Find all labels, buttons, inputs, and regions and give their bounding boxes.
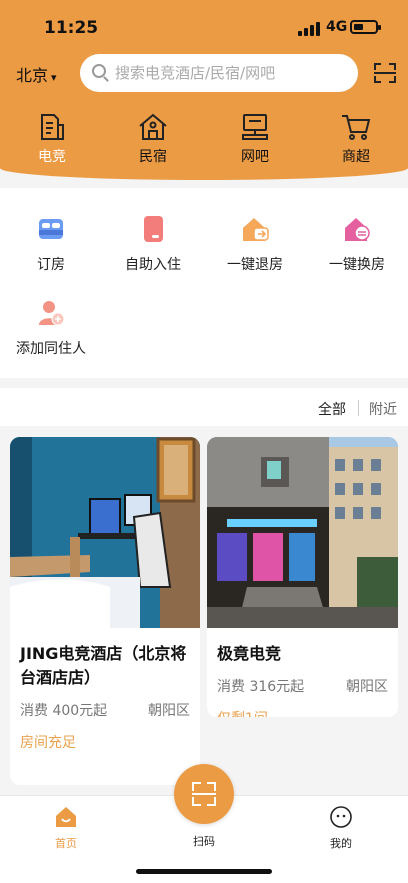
category-homestay[interactable]: 民宿 [118,112,188,166]
tab-scan[interactable]: 扫码 [164,829,244,849]
service-label: 一键退房 [227,257,283,273]
filter-all-tab[interactable]: 全部 [318,399,346,419]
home-icon [56,807,76,827]
computer-icon [242,114,268,140]
add-guest-icon [39,301,65,326]
signal-icon [298,22,320,36]
home-indicator [136,869,272,874]
hotel-card[interactable]: 极竟电竞 消费 316元起 朝阳区 仅剩1间 [207,437,398,717]
category-label: 民宿 [139,149,167,165]
checkout-icon [243,218,269,241]
hotel-name: JING电竞酒店（北京将台酒店店） [20,644,187,687]
hotel-photo [207,437,398,628]
category-row: 电竞 民宿 网吧 商超 [0,112,408,172]
hotel-card[interactable]: JING电竞酒店（北京将台酒店店） 消费 400元起 朝阳区 房间充足 [10,437,200,785]
hotel-meta: 消费 316元起 朝阳区 [217,676,388,696]
city-selector[interactable]: 北京 ▾ [16,62,57,86]
hotel-name: 极竟电竞 [217,644,282,663]
tab-home[interactable]: 首页 [26,806,106,851]
service-self-checkin[interactable]: 自助入住 [102,214,204,274]
search-box[interactable] [80,54,358,92]
search-icon [92,64,106,78]
network-label: 4G [326,19,348,35]
swap-room-icon [345,218,370,241]
status-time: 11:25 [44,18,99,38]
scan-icon[interactable] [374,63,396,83]
service-label: 一键换房 [329,257,385,273]
house-icon [139,113,167,140]
category-esports[interactable]: 电竞 [17,112,87,166]
category-label: 商超 [342,149,370,165]
profile-icon [330,806,352,828]
hotel-area: 朝阳区 [346,679,388,695]
search-input[interactable] [115,63,345,83]
card-icon [144,216,163,242]
service-book-room[interactable]: 订房 [0,214,102,274]
hotel-availability: 仅剩1间 [217,708,388,717]
category-supermarket[interactable]: 商超 [321,112,391,166]
battery-icon [350,20,381,34]
service-label: 添加同住人 [16,341,86,357]
scan-button[interactable] [174,764,234,824]
tab-label: 扫码 [193,835,215,848]
cart-icon [342,115,371,140]
hotel-price: 消费 400元起 [20,703,108,719]
category-netcafe[interactable]: 网吧 [220,112,290,166]
filter-bar: 全部 附近 [0,388,408,426]
services-panel: 订房 自助入住 一键退房 一键换房 添加同住人 [0,188,408,378]
city-label: 北京 [16,66,49,85]
filter-divider [358,400,359,416]
hotel-price: 消费 316元起 [217,679,305,695]
service-swap-room[interactable]: 一键换房 [306,214,408,274]
hotel-area: 朝阳区 [148,703,190,719]
bed-icon [39,219,63,239]
hotel-photo [10,437,200,628]
service-checkout[interactable]: 一键退房 [204,214,306,274]
document-icon [41,114,64,140]
tab-mine[interactable]: 我的 [301,806,381,851]
tab-label: 首页 [55,837,77,850]
chevron-down-icon: ▾ [51,71,57,84]
service-label: 订房 [37,257,65,273]
service-add-guest[interactable]: 添加同住人 [0,298,102,358]
status-bar: 11:25 4G [0,14,408,44]
service-label: 自助入住 [125,257,181,273]
category-label: 网吧 [241,149,269,165]
hotel-meta: 消费 400元起 朝阳区 [20,700,190,720]
tab-label: 我的 [330,837,352,850]
category-label: 电竞 [38,149,66,165]
filter-nearby-tab[interactable]: 附近 [369,399,397,419]
hotel-availability: 房间充足 [20,735,76,751]
